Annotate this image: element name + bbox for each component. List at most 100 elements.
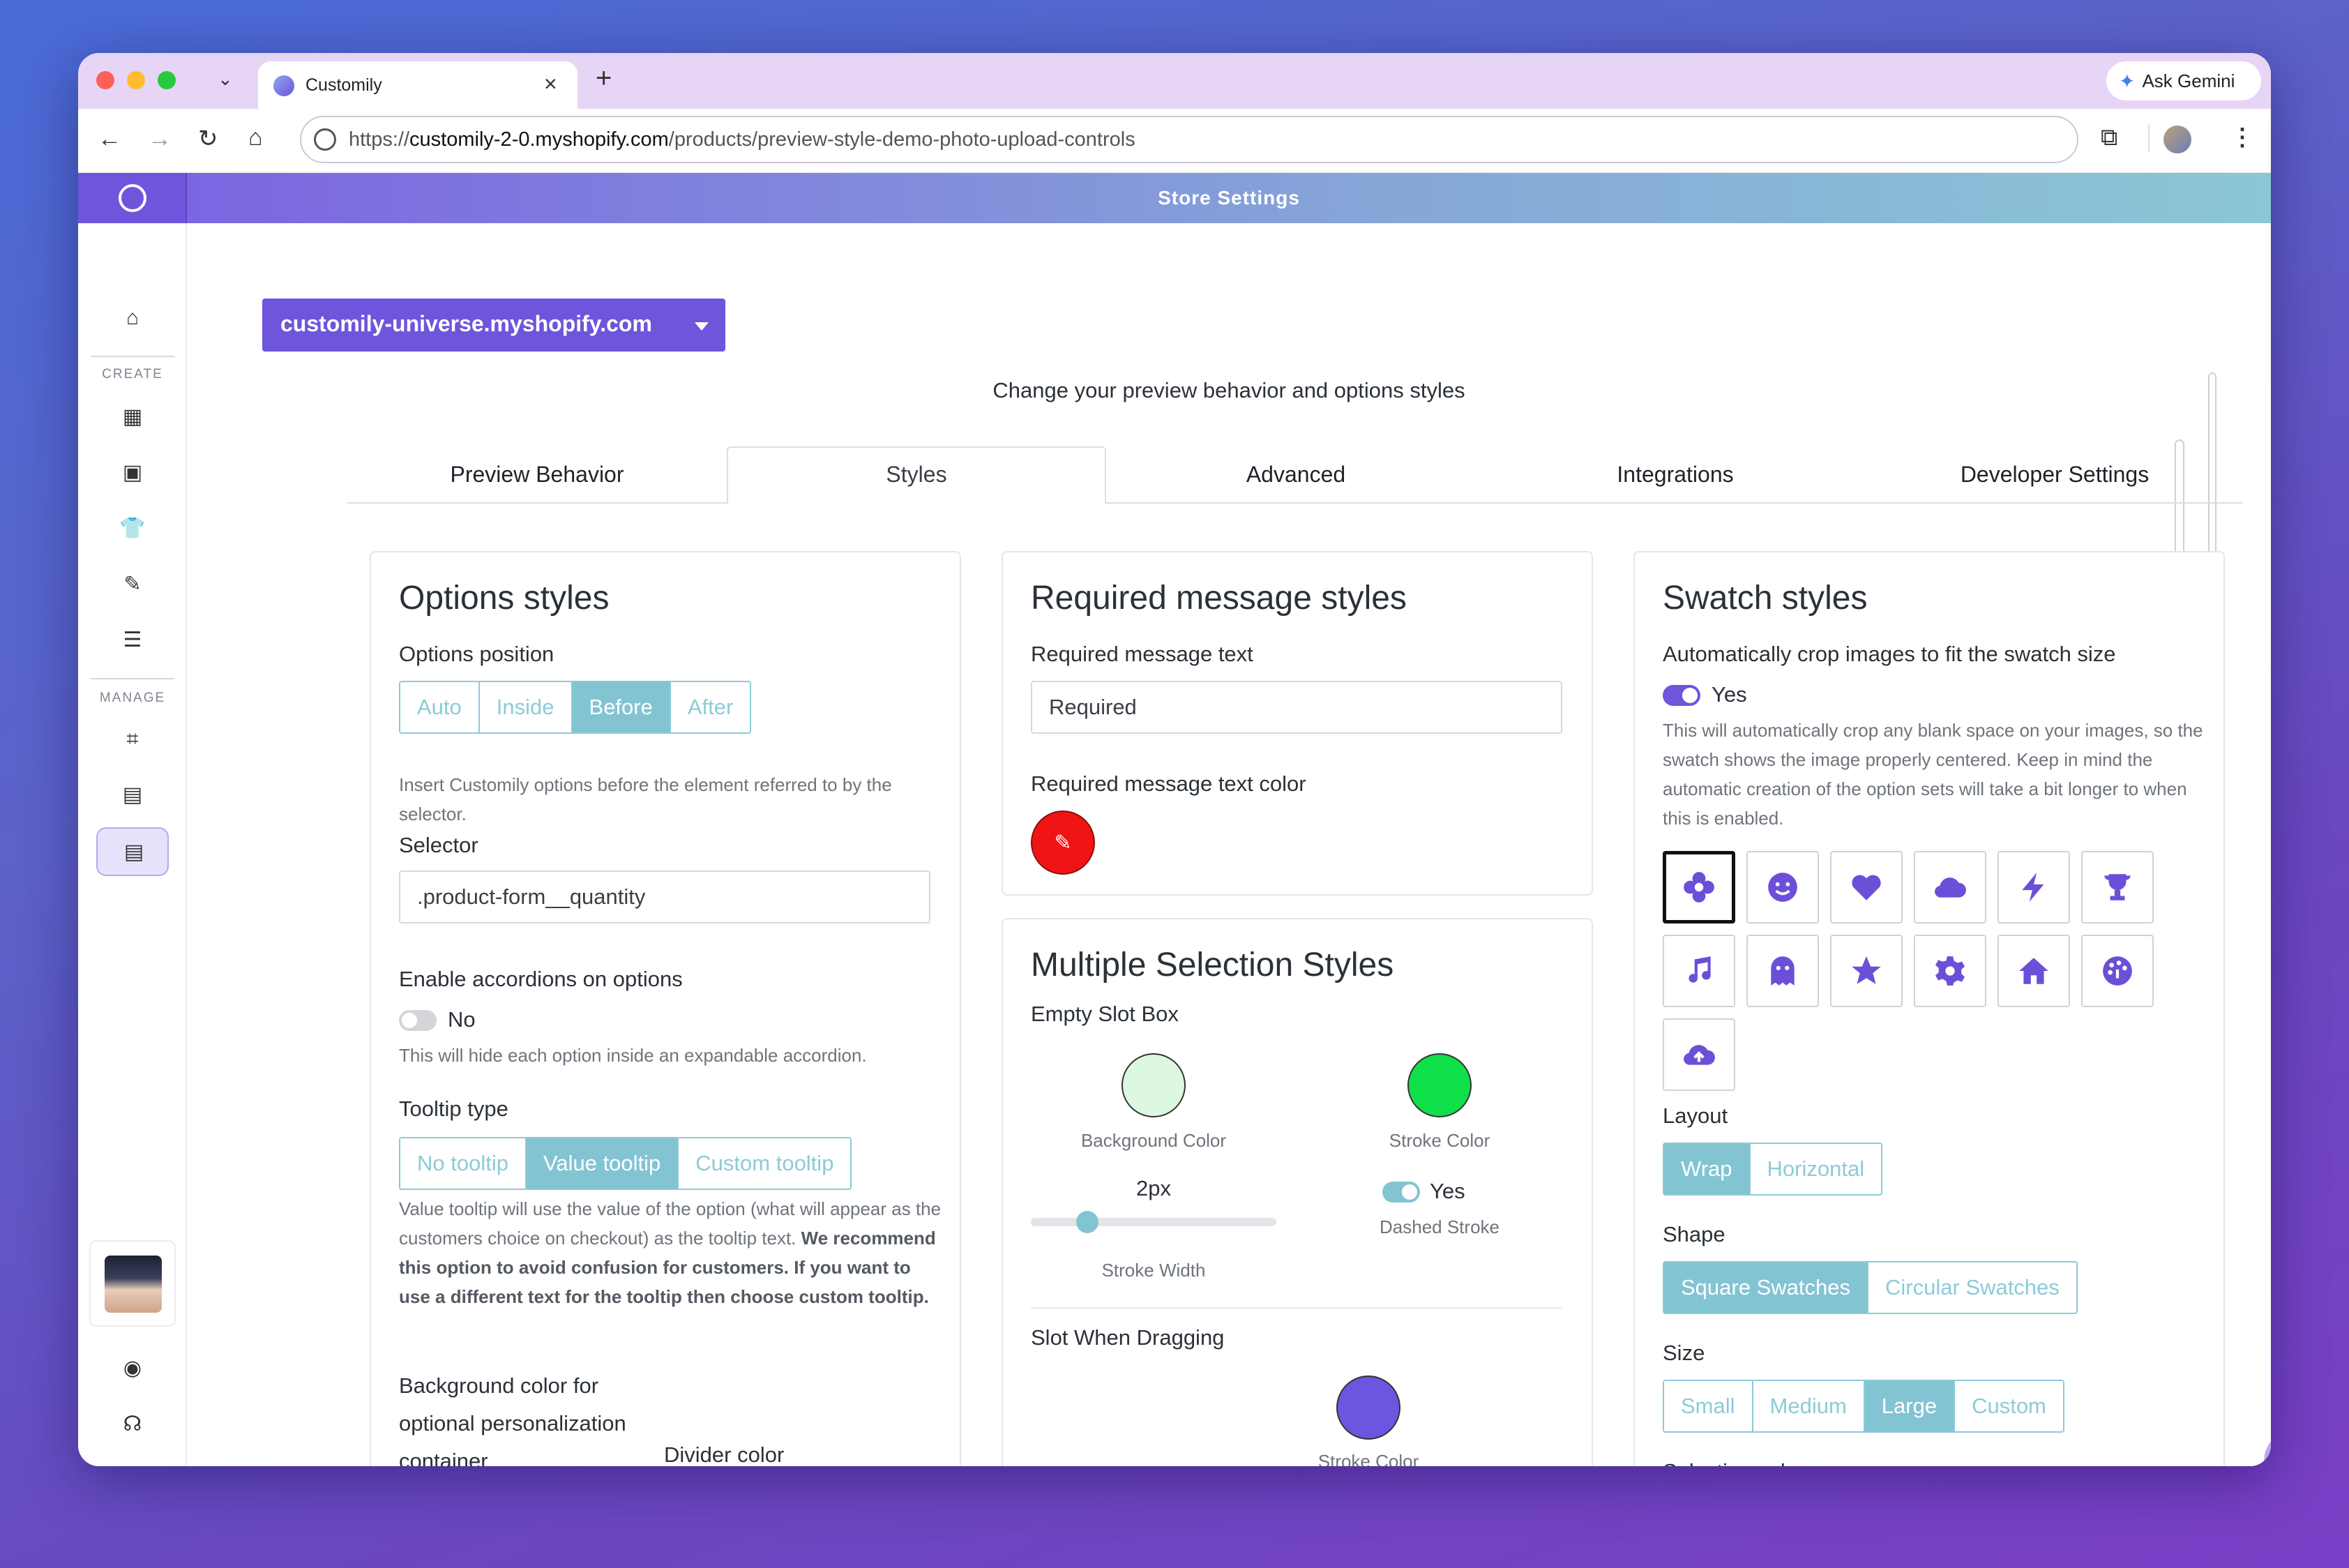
swatch-option[interactable]: [1830, 851, 1903, 924]
options-position-label: Options position: [399, 642, 554, 666]
tab-integrations[interactable]: Integrations: [1486, 446, 1865, 502]
tshirt-icon[interactable]: 👕: [117, 513, 148, 544]
crop-label: Automatically crop images to fit the swa…: [1663, 642, 2116, 666]
dashed-stroke-toggle[interactable]: [1382, 1182, 1420, 1203]
size-large-button[interactable]: Large: [1864, 1381, 1956, 1431]
swatch-option[interactable]: [1914, 851, 1986, 924]
swatch-option[interactable]: [1997, 851, 2070, 924]
position-before-button[interactable]: Before: [572, 682, 671, 732]
layout-wrap-button[interactable]: Wrap: [1664, 1144, 1751, 1194]
swatch-option[interactable]: [1663, 851, 1735, 924]
required-color-picker[interactable]: ✎: [1031, 811, 1095, 875]
divider-color-label: Divider color: [664, 1442, 785, 1466]
logout-icon[interactable]: ⇥: [117, 1465, 148, 1466]
close-tab-icon[interactable]: ×: [544, 71, 557, 97]
profile-avatar[interactable]: [2163, 126, 2191, 153]
no-tooltip-button[interactable]: No tooltip: [400, 1138, 527, 1189]
dragging-stroke-color-picker[interactable]: [1336, 1375, 1400, 1440]
store-select[interactable]: customily-universe.myshopify.com: [262, 299, 725, 352]
stroke-color-label: Stroke Color: [1389, 1130, 1490, 1151]
size-custom-button[interactable]: Custom: [1955, 1381, 2063, 1431]
ask-gemini-label: Ask Gemini: [2142, 70, 2235, 91]
star-icon: [1852, 956, 1881, 984]
design-tools-icon[interactable]: ✎: [117, 569, 148, 600]
stroke-width-slider-thumb[interactable]: [1075, 1211, 1098, 1233]
required-text-input[interactable]: Required: [1031, 681, 1562, 734]
chat-widget-button[interactable]: [2264, 1430, 2271, 1466]
swatch-option[interactable]: [1830, 935, 1903, 1007]
close-window-button[interactable]: [96, 71, 114, 89]
smile-icon: [1768, 873, 1797, 902]
minimize-window-button[interactable]: [127, 71, 145, 89]
swatch-grid: [1663, 851, 2214, 1091]
store-icon: ▤: [123, 840, 144, 864]
store-select-value: customily-universe.myshopify.com: [280, 311, 652, 336]
swatch-option[interactable]: [2081, 851, 2154, 924]
crop-toggle[interactable]: [1663, 685, 1700, 706]
layout-horizontal-button[interactable]: Horizontal: [1751, 1144, 1882, 1194]
forward-icon[interactable]: →: [148, 127, 172, 151]
sidebar-item-store-settings[interactable]: ▤: [96, 827, 169, 876]
shape-segment: Square Swatches Circular Swatches: [1663, 1261, 2078, 1314]
tab-styles[interactable]: Styles: [727, 446, 1106, 502]
back-icon[interactable]: ←: [98, 127, 121, 151]
browser-tab[interactable]: Customily ×: [258, 61, 577, 109]
multiple-selection-card: Multiple Selection Styles Empty Slot Box…: [1002, 918, 1593, 1466]
swatch-option[interactable]: [1997, 935, 2070, 1007]
toolbar-divider: [2148, 124, 2150, 152]
tab-developer-settings[interactable]: Developer Settings: [1865, 446, 2244, 502]
layout-label: Layout: [1663, 1103, 1728, 1128]
ask-gemini-button[interactable]: ✦ Ask Gemini: [2106, 61, 2261, 100]
dashed-stroke-value: Yes: [1430, 1179, 1465, 1203]
swatch-option[interactable]: [1746, 935, 1819, 1007]
swatch-option[interactable]: [1746, 851, 1819, 924]
new-tab-icon[interactable]: +: [596, 63, 612, 94]
home-icon[interactable]: ⌂: [248, 126, 263, 149]
square-swatches-button[interactable]: Square Swatches: [1664, 1262, 1868, 1313]
selector-input[interactable]: .product-form__quantity: [399, 870, 930, 924]
maximize-window-button[interactable]: [158, 71, 176, 89]
support-headset-icon[interactable]: ☊: [117, 1409, 148, 1440]
url-text[interactable]: https://customily-2-0.myshopify.com/prod…: [349, 128, 1135, 151]
create-section-label: CREATE: [102, 367, 163, 382]
accordions-toggle[interactable]: [399, 1010, 437, 1031]
circular-swatches-button[interactable]: Circular Swatches: [1868, 1262, 2076, 1313]
swatch-option[interactable]: [2081, 935, 2154, 1007]
logo-block[interactable]: [78, 173, 187, 223]
reload-icon[interactable]: ↻: [198, 127, 218, 151]
position-after-button[interactable]: After: [671, 682, 750, 732]
custom-tooltip-button[interactable]: Custom tooltip: [679, 1138, 850, 1189]
position-inside-button[interactable]: Inside: [480, 682, 573, 732]
empty-slot-bg-color-picker[interactable]: [1121, 1053, 1186, 1117]
swatch-option[interactable]: [1914, 935, 1986, 1007]
section-divider: [1031, 1307, 1562, 1309]
value-tooltip-button[interactable]: Value tooltip: [526, 1138, 679, 1189]
tags-icon[interactable]: ⌗: [117, 724, 148, 755]
tab-advanced[interactable]: Advanced: [1106, 446, 1486, 502]
stroke-width-slider-track[interactable]: [1031, 1218, 1276, 1226]
size-small-button[interactable]: Small: [1664, 1381, 1753, 1431]
site-info-icon[interactable]: [314, 128, 336, 151]
account-icon[interactable]: ◉: [117, 1353, 148, 1384]
swatch-option[interactable]: [1663, 1018, 1735, 1091]
selection-color-label: Selection color: [1663, 1459, 1804, 1466]
tab-list-chevron-icon[interactable]: ⌄: [218, 68, 233, 90]
extensions-icon[interactable]: ⧉: [2101, 126, 2117, 149]
tab-preview-behavior[interactable]: Preview Behavior: [347, 446, 727, 502]
size-medium-button[interactable]: Medium: [1753, 1381, 1865, 1431]
browser-window: ⌄ Customily × + ✦ Ask Gemini ← → ↻ ⌂ htt…: [78, 53, 2271, 1466]
templates-icon[interactable]: ▦: [117, 402, 148, 432]
bolt-icon: [2022, 873, 2044, 902]
menu-kebab-icon[interactable]: ⋮: [2230, 126, 2254, 149]
home-icon[interactable]: ⌂: [117, 303, 148, 333]
address-bar[interactable]: https://customily-2-0.myshopify.com/prod…: [300, 116, 2078, 163]
product-icon[interactable]: ▣: [117, 458, 148, 488]
list-icon[interactable]: ☰: [117, 625, 148, 656]
document-icon[interactable]: ▤: [117, 780, 148, 811]
user-card[interactable]: [89, 1240, 176, 1327]
tooltip-type-label: Tooltip type: [399, 1096, 508, 1121]
swatch-option[interactable]: [1663, 935, 1735, 1007]
crop-value: Yes: [1712, 682, 1747, 707]
position-auto-button[interactable]: Auto: [400, 682, 480, 732]
empty-slot-stroke-color-picker[interactable]: [1407, 1053, 1472, 1117]
